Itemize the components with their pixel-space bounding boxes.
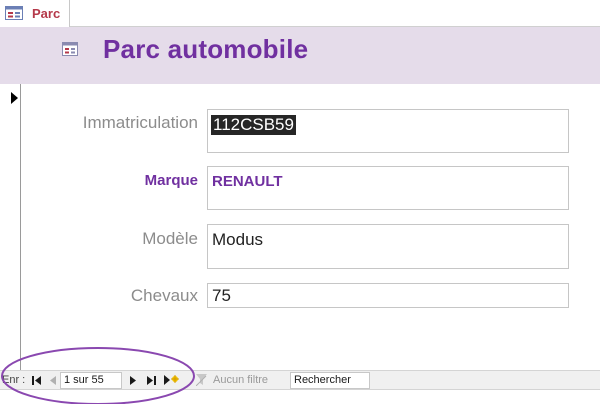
first-record-button[interactable] [29, 373, 43, 387]
next-record-icon [129, 375, 136, 385]
immatriculation-label: Immatriculation [82, 113, 198, 132]
immatriculation-value: 112CSB59 [211, 115, 296, 135]
window-footer [0, 390, 600, 404]
document-tab-bar: Parc [0, 0, 600, 27]
last-record-button[interactable] [144, 373, 158, 387]
chevaux-value: 75 [212, 286, 231, 305]
record-selector-arrow-icon [11, 92, 18, 104]
first-record-icon [31, 375, 41, 385]
modele-value: Modus [212, 230, 264, 249]
chevaux-field[interactable]: 75 [207, 283, 569, 308]
marque-label: Marque [144, 172, 198, 189]
page-title: Parc automobile [103, 34, 309, 64]
chevaux-label: Chevaux [130, 286, 198, 305]
tab-parc[interactable]: Parc [0, 0, 70, 27]
next-record-button[interactable] [126, 373, 140, 387]
modele-field[interactable]: Modus [207, 224, 569, 269]
previous-record-button[interactable] [45, 373, 59, 387]
form-header: Parc automobile [0, 27, 600, 84]
marque-field[interactable]: RENAULT [207, 166, 569, 210]
marque-value: RENAULT [212, 173, 283, 190]
record-label: Enr : [2, 374, 26, 386]
modele-label: Modèle [142, 229, 198, 248]
current-record-input[interactable]: 1 sur 55 [60, 372, 122, 389]
new-record-icon [163, 375, 179, 385]
filter-status[interactable]: Aucun filtre [213, 374, 268, 386]
form-icon [5, 6, 23, 20]
new-record-button[interactable] [162, 373, 180, 387]
previous-record-icon [49, 375, 56, 385]
record-navigation-bar: Enr : 1 sur 55 Aucun filtre Rechercher [0, 370, 600, 390]
filter-icon [196, 374, 207, 386]
search-input[interactable]: Rechercher [290, 372, 370, 389]
tab-label: Parc [32, 6, 61, 21]
form-icon [62, 42, 78, 56]
last-record-icon [146, 375, 156, 385]
immatriculation-field[interactable]: 112CSB59 [207, 109, 569, 153]
